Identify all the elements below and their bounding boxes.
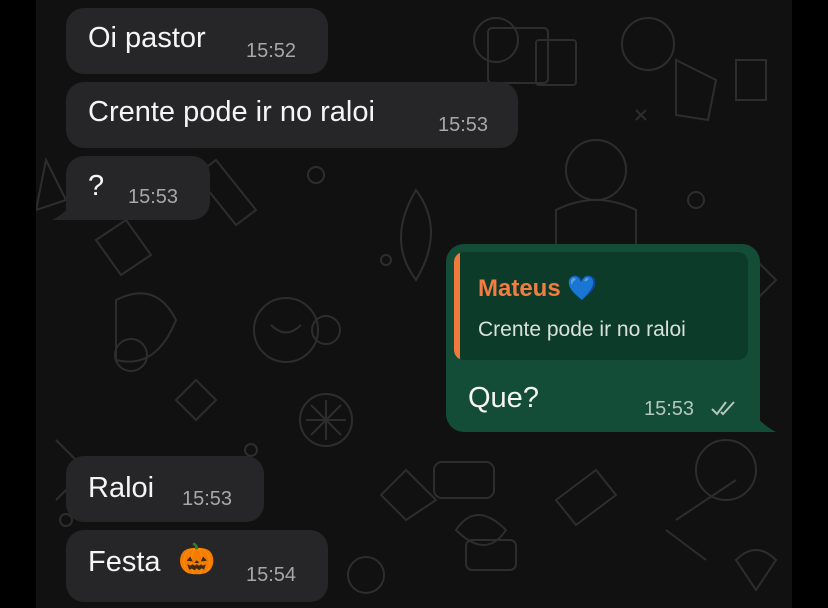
blue-heart-icon: 💙 bbox=[567, 275, 598, 302]
quote-accent-bar bbox=[454, 252, 460, 360]
bubble-tail bbox=[52, 204, 72, 220]
bubble-tail bbox=[756, 416, 776, 432]
chat-area[interactable]: Oi pastor 15:52 Crente pode ir no raloi … bbox=[36, 0, 792, 608]
message-timestamp: 15:53 bbox=[182, 488, 233, 510]
screenshot-frame: Oi pastor 15:52 Crente pode ir no raloi … bbox=[0, 0, 828, 608]
message-text: Oi pastor bbox=[88, 22, 206, 54]
message-bubble-incoming[interactable]: Raloi 15:53 bbox=[66, 456, 264, 522]
message-timestamp: 15:54 bbox=[246, 564, 297, 586]
message-bubble-incoming[interactable]: Crente pode ir no raloi 15:53 bbox=[66, 82, 518, 148]
double-check-icon bbox=[711, 401, 735, 416]
quote-author-name: Mateus bbox=[478, 275, 561, 302]
message-bubble-incoming[interactable]: Festa 🎃 15:54 bbox=[66, 530, 328, 602]
message-timestamp: 15:53 bbox=[438, 114, 489, 136]
message-text: ? bbox=[88, 170, 105, 202]
message-bubble-incoming[interactable]: ? 15:53 bbox=[66, 156, 210, 220]
message-text: Festa bbox=[88, 546, 161, 578]
message-timestamp: 15:53 bbox=[644, 398, 695, 420]
message-text: Crente pode ir no raloi bbox=[88, 96, 375, 128]
message-timestamp: 15:53 bbox=[128, 186, 179, 208]
message-text: Raloi bbox=[88, 472, 155, 504]
quote-author: Mateus 💙 bbox=[478, 274, 597, 303]
message-bubble-incoming[interactable]: Oi pastor 15:52 bbox=[66, 8, 328, 74]
quoted-message[interactable]: Mateus 💙 Crente pode ir no raloi bbox=[454, 252, 748, 360]
message-timestamp: 15:52 bbox=[246, 40, 297, 62]
jack-o-lantern-icon: 🎃 bbox=[178, 543, 216, 576]
quote-text: Crente pode ir no raloi bbox=[478, 318, 686, 341]
message-bubble-outgoing[interactable]: Mateus 💙 Crente pode ir no raloi Que? 15… bbox=[446, 244, 760, 432]
message-text: Que? bbox=[468, 382, 539, 414]
